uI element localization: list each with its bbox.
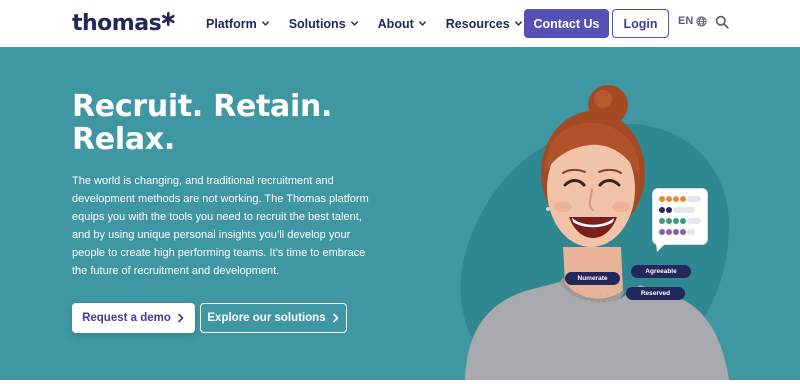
search-icon[interactable] [715,15,729,29]
star-logo-icon [162,12,175,26]
nav-resources[interactable]: Resources [446,17,523,31]
explore-solutions-label: Explore our solutions [207,312,326,324]
chevron-down-icon [350,21,358,26]
dots-row [659,218,701,224]
nav-label: Solutions [288,16,346,31]
dots-row [659,207,695,213]
thomas-logo[interactable]: thomas [72,10,176,38]
language-label: EN [678,15,694,27]
language-selector[interactable]: EN [678,15,707,27]
explore-solutions-button[interactable]: Explore our solutions [200,303,347,333]
personality-bubble [652,188,708,245]
trait-tag-numerate: Numerate [565,272,620,285]
headline-line-2: Relax. [72,122,175,157]
chevron-right-icon [332,313,338,323]
site-header: thomas Platform Solutions About Resource… [0,0,800,47]
hero-description: The world is changing, and traditional r… [72,175,369,277]
nav-about[interactable]: About [378,17,427,31]
main-nav: Platform Solutions About Resources [206,0,542,47]
chevron-down-icon [514,21,522,26]
nav-label: About [377,16,414,31]
contact-us-button[interactable]: Contact Us [524,9,609,38]
chevron-down-icon [261,21,269,26]
bubble-tail [656,243,666,252]
dots-row [659,229,695,235]
hero-headline: Recruit. Retain. Relax. [72,90,372,156]
dots-row [659,196,701,202]
nav-label: Platform [206,16,257,31]
logo-wordmark: thomas [72,11,162,36]
trait-tag-agreeable: Agreeable [631,265,691,278]
hero-section: Recruit. Retain. Relax. The world is cha… [0,47,800,380]
trait-tag-reserved: Reserved [626,287,685,300]
nav-solutions[interactable]: Solutions [289,17,359,31]
request-demo-button[interactable]: Request a demo [72,303,195,333]
chevron-down-icon [418,21,426,26]
request-demo-label: Request a demo [82,312,171,324]
globe-icon [696,15,707,27]
headline-line-1: Recruit. Retain. [72,89,333,124]
bottom-divider [0,380,800,384]
nav-label: Resources [445,16,510,31]
chevron-right-icon [178,313,184,323]
login-button[interactable]: Login [612,9,669,38]
nav-platform[interactable]: Platform [206,17,270,31]
